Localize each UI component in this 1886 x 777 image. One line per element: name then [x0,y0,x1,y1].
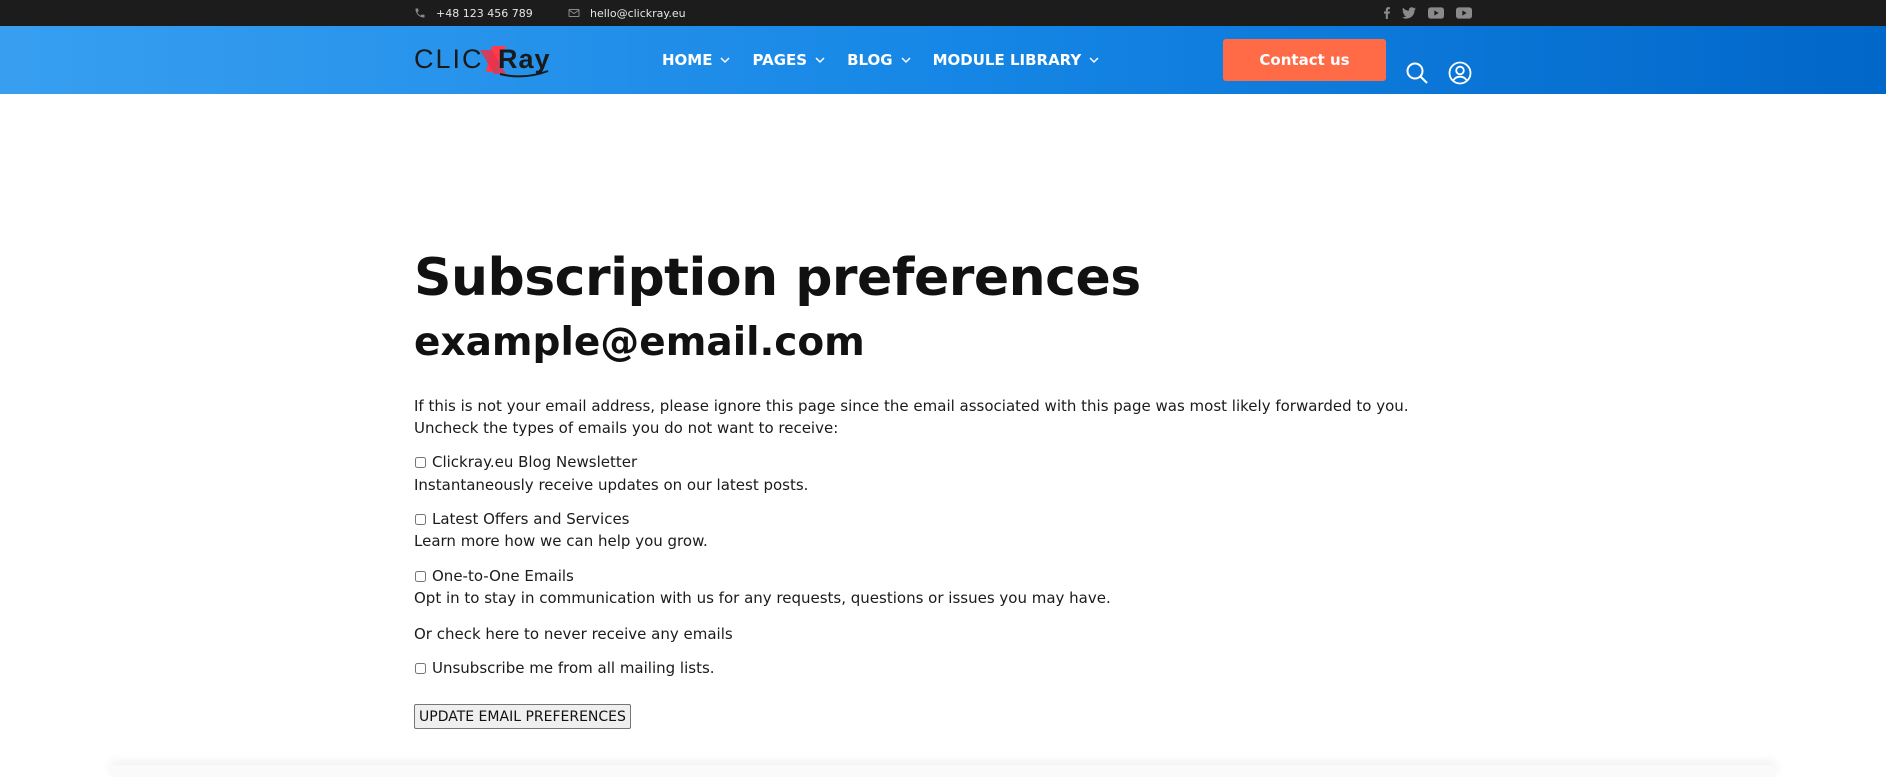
update-email-preferences-button[interactable]: UPDATE EMAIL PREFERENCES [414,704,631,729]
nav-item-module-library[interactable]: MODULE LIBRARY [933,51,1100,69]
email-contact[interactable]: hello@clickray.eu [568,0,686,26]
unsubscribe-all-option[interactable]: Unsubscribe me from all mailing lists. [414,659,715,677]
top-bar: +48 123 456 789 hello@clickray.eu [0,0,1886,26]
facebook-icon[interactable] [1384,7,1390,19]
site-logo[interactable]: CLIC Ray [414,42,550,78]
search-icon[interactable] [1405,61,1429,85]
subscription-option-latest-offers[interactable]: Latest Offers and Services [414,510,629,528]
nav-item-home[interactable]: HOME [662,51,731,69]
contact-us-button[interactable]: Contact us [1223,39,1386,81]
nav-item-label: BLOG [847,51,893,69]
nav-item-blog[interactable]: BLOG [847,51,911,69]
email-address: hello@clickray.eu [590,6,686,20]
one-to-one-checkbox[interactable] [415,570,426,582]
subscription-option-one-to-one[interactable]: One-to-One Emails [414,567,574,585]
unsubscribe-all-checkbox[interactable] [415,662,426,674]
twitter-icon[interactable] [1402,7,1416,19]
phone-icon [415,8,425,18]
social-links [1384,0,1472,26]
subscription-label: Latest Offers and Services [432,510,630,528]
user-account-icon[interactable] [1448,61,1472,85]
clickray-logo-icon: CLIC Ray [414,44,550,78]
subscription-label: One-to-One Emails [432,567,574,585]
phone-contact[interactable]: +48 123 456 789 [414,0,533,26]
intro-text: If this is not your email address, pleas… [414,397,1409,415]
latest-offers-checkbox[interactable] [415,513,426,525]
svg-text:CLIC: CLIC [414,44,484,74]
footer-edge [110,765,1776,777]
nav-item-label: PAGES [752,51,808,69]
nav-item-pages[interactable]: PAGES [752,51,825,69]
subscription-description: Instantaneously receive updates on our l… [414,476,809,494]
main-navbar: CLIC Ray HOME PAGES BLOG MODULE LIBRARY … [0,26,1886,94]
chevron-down-icon [1089,57,1099,64]
youtube-icon[interactable] [1428,7,1444,19]
phone-number: +48 123 456 789 [436,6,533,20]
subscriber-email: example@email.com [414,320,865,365]
page-title: Subscription preferences [414,248,1141,308]
blog-newsletter-checkbox[interactable] [415,456,426,468]
subscription-description: Opt in to stay in communication with us … [414,589,1111,607]
svg-text:Ray: Ray [498,44,550,74]
subscription-label: Clickray.eu Blog Newsletter [432,453,638,471]
main-menu: HOME PAGES BLOG MODULE LIBRARY [662,26,1099,94]
unsubscribe-label: Unsubscribe me from all mailing lists. [432,659,715,677]
mail-icon [568,9,580,17]
chevron-down-icon [815,57,825,64]
chevron-down-icon [720,57,731,64]
chevron-down-icon [901,57,911,64]
nav-item-label: MODULE LIBRARY [932,51,1082,69]
subscription-description: Learn more how we can help you grow. [414,532,708,550]
or-text: Or check here to never receive any email… [414,625,733,643]
subscription-option-blog-newsletter[interactable]: Clickray.eu Blog Newsletter [414,453,637,471]
instruction-text: Uncheck the types of emails you do not w… [414,419,839,437]
youtube-icon[interactable] [1456,7,1472,19]
nav-item-label: HOME [662,51,713,69]
